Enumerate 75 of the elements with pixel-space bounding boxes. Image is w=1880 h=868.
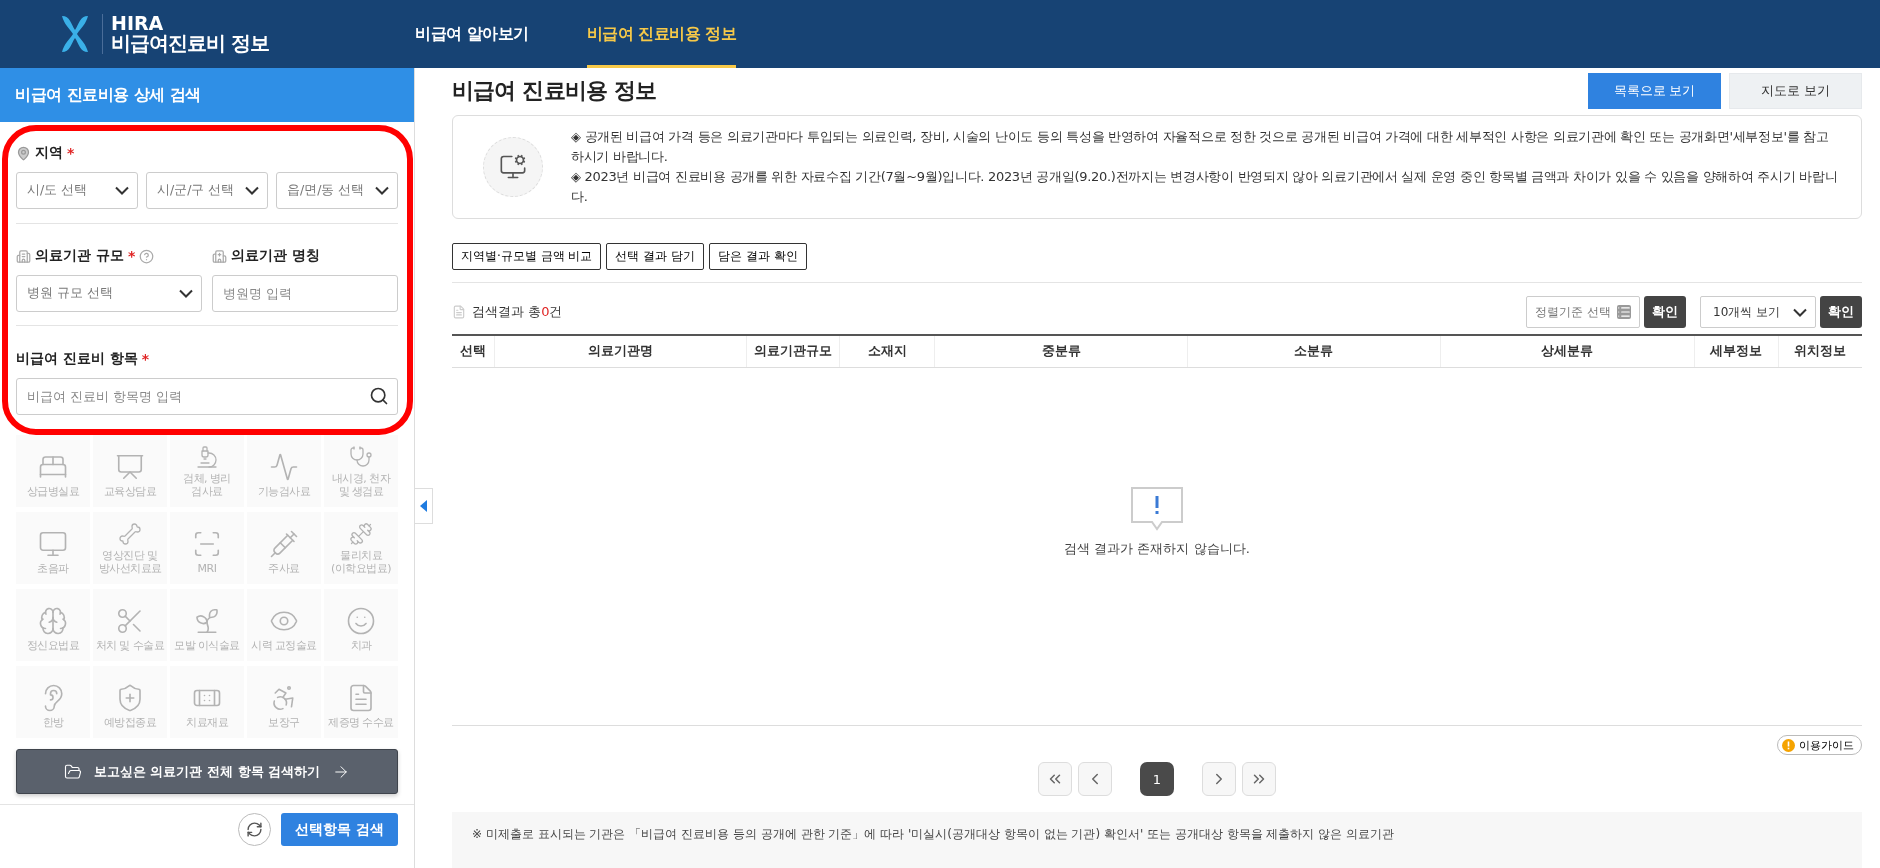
syringe-icon (269, 529, 299, 560)
dropdown[interactable]: 병원 규모 선택 (16, 275, 202, 312)
column-header: 중분류 (934, 336, 1188, 367)
pulse-icon (269, 452, 299, 483)
column-header: 소분류 (1187, 336, 1440, 367)
column-header: 의료기관규모 (745, 336, 840, 367)
confirm-button[interactable]: 확인 (1644, 296, 1686, 329)
dropdown[interactable]: 시/도 선택 (16, 172, 138, 209)
field-label: 지역 (35, 144, 63, 162)
location-pin-icon (16, 145, 31, 161)
chevron-down-icon (179, 289, 193, 298)
sort-select[interactable]: 정렬기준 선택 (1526, 296, 1640, 329)
last-page-button[interactable] (1242, 762, 1276, 797)
required-mark: * (67, 145, 75, 161)
guide-button[interactable]: 이용가이드 (1777, 735, 1862, 756)
column-header: 상세분류 (1439, 336, 1694, 367)
logo-subtitle: 비급여진료비 정보 (111, 33, 269, 55)
chevron-down-icon (245, 186, 259, 195)
all-items-search-button[interactable]: 보고싶은 의료기관 전체 항목 검색하기 (16, 749, 398, 794)
sidebar-title: 비급여 진료비용 상세 검색 (0, 68, 414, 122)
hospital-icon (212, 248, 227, 264)
nav-tab[interactable]: 비급여 알아보기 (415, 0, 529, 68)
action-button[interactable]: 담은 결과 확인 (709, 243, 807, 271)
result-count: 검색결과 총0건 (472, 303, 563, 322)
column-header: 소재지 (839, 336, 935, 367)
dropdown[interactable]: 읍/면/동 선택 (276, 172, 398, 209)
search-button[interactable]: 선택항목 검색 (281, 813, 398, 846)
empty-message: 검색 결과가 존재하지 않습니다. (1064, 539, 1250, 558)
view-toggle[interactable]: 지도로 보기 (1729, 73, 1862, 110)
refresh-icon (246, 821, 264, 838)
footnote-text: ※ 미제출로 표시되는 기관은 「비급여 진료비용 등의 공개에 관한 기준」에 따라 '미실시(공개대상 항목이 없는 기관) 확인서' 또는 공개대상 항목을 제출하지 않은 의료기관 (472, 827, 1395, 842)
exclamation-bubble-icon (1130, 485, 1184, 532)
building-icon (16, 248, 31, 264)
first-page-button[interactable] (1038, 762, 1072, 797)
column-header: 선택 (459, 342, 488, 361)
triangle-left-icon (419, 500, 428, 512)
collapse-handle[interactable] (415, 488, 433, 524)
logo-title: HIRA (111, 13, 165, 34)
notice-text: ◈ 2023년 비급여 진료비용 공개를 위한 자료수집 기간(7월~9월)입니다. 2023년 공개일(9.20.)전까지는 변경사항이 반영되지 않아 의료기관에서 실제 운영 중인 항목별 금액과 차이가 있을 수 있음을 양해하여 주시기 바랍니다. (571, 168, 1839, 207)
action-button[interactable]: 지역별·규모별 금액 비교 (452, 243, 602, 271)
search-field[interactable]: 비급여 진료비 항목명 입력 (16, 378, 398, 415)
page-size-select[interactable]: 10개씩 보기 (1700, 296, 1816, 329)
column-header: 위치정보 (1777, 336, 1862, 367)
refresh-button[interactable] (238, 813, 272, 846)
confirm-button[interactable]: 확인 (1820, 296, 1862, 329)
dropdown[interactable]: 시/군/구 선택 (146, 172, 268, 209)
exclamation-icon (1782, 738, 1795, 752)
page-title: 비급여 진료비용 정보 (452, 77, 657, 106)
required-mark: * (127, 248, 136, 264)
column-header: 세부정보 (1693, 336, 1778, 367)
chevron-down-icon (1793, 307, 1807, 317)
view-toggle[interactable]: 목록으로 보기 (1588, 73, 1721, 110)
field-label: 의료기관 명칭 (231, 247, 320, 265)
bone-icon (118, 521, 142, 546)
list-icon (1616, 305, 1631, 320)
column-header: 의료기관명 (494, 336, 746, 367)
nav-tab[interactable]: 비급여 진료비용 정보 (586, 0, 737, 68)
smile-icon (346, 606, 376, 637)
search-icon[interactable] (369, 386, 389, 406)
microscope-icon (195, 444, 219, 469)
notice-text: ◈ 공개된 비급여 가격 등은 의료기관마다 투입되는 의료인력, 장비, 시술의 난이도 등의 특성을 반영하여 자율적으로 정한 것으로 공개된 비급여 가격에 대한 세부적인 사항은 의료기관에 확인 또는 공개화면'세부정보'를 참고하시기 바랍니다. (571, 127, 1830, 166)
input-field[interactable]: 병원명 입력 (212, 275, 398, 312)
field-label: 비급여 진료비 항목 (16, 350, 138, 368)
page-button[interactable]: 1 (1140, 762, 1174, 797)
dumbbell-icon (349, 521, 373, 546)
help-icon[interactable] (139, 248, 155, 264)
chevron-down-icon (375, 186, 389, 195)
action-button[interactable]: 선택 결과 담기 (606, 243, 705, 271)
stethoscope-icon (349, 444, 373, 469)
folder-icon (63, 762, 82, 781)
field-label: 의료기관 규모 (35, 247, 124, 265)
brain-icon (38, 606, 68, 637)
chevron-down-icon (115, 186, 129, 195)
required-mark: * (141, 351, 150, 367)
document-icon (452, 305, 466, 320)
